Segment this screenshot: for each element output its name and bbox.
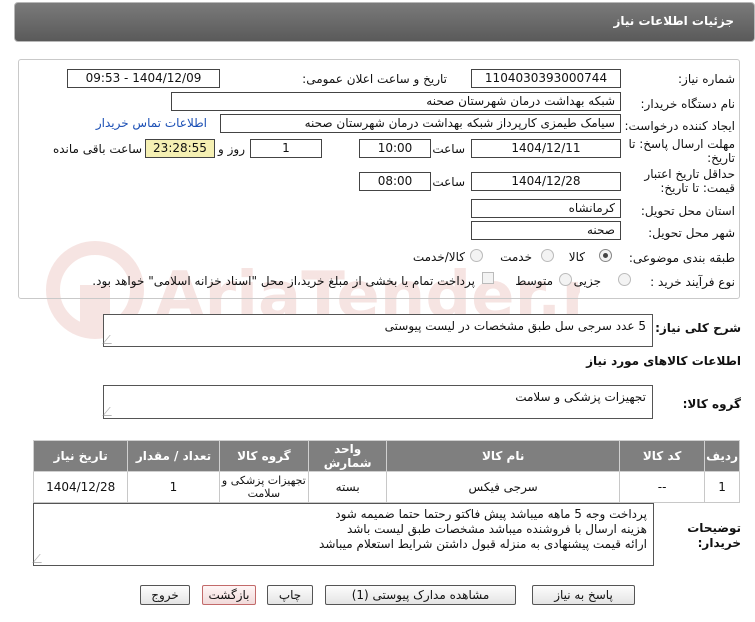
province-field: کرمانشاه xyxy=(471,199,621,218)
category-label: طبقه بندی موضوعی: xyxy=(628,251,735,265)
validity-label-1: حداقل تاریخ اعتبار xyxy=(644,167,735,181)
buyer-notes-label-1: توضیحات xyxy=(687,521,741,535)
process-label: نوع فرآیند خرید : xyxy=(650,275,735,289)
goods-group-textarea: تجهیزات پزشکی و سلامت xyxy=(102,385,653,419)
summary-label: شرح کلی نیاز: xyxy=(655,321,741,335)
print-button[interactable]: چاپ xyxy=(267,585,313,605)
days-label: روز و xyxy=(218,142,245,156)
city-label: شهر محل تحویل: xyxy=(648,226,735,240)
goods-info-title: اطلاعات کالاهای مورد نیاز xyxy=(586,354,741,368)
col-header-item-name: نام کالا xyxy=(386,440,621,472)
goods-group-label: گروه کالا: xyxy=(682,397,741,411)
buyer-notes-line-1: پرداخت وجه 5 ماهه میباشد پیش فاکتو رحتما… xyxy=(335,507,647,521)
category-radio-goods[interactable] xyxy=(599,249,612,262)
announce-label: تاریخ و ساعت اعلان عمومی: xyxy=(302,72,447,86)
category-radio-goods-service[interactable] xyxy=(470,249,483,262)
col-header-quantity: تعداد / مقدار xyxy=(127,440,220,472)
city-field: صحنه xyxy=(471,221,621,240)
page-header: جزئیات اطلاعات نیاز xyxy=(14,2,755,42)
cell-quantity: 1 xyxy=(127,471,220,503)
resize-grip[interactable] xyxy=(102,407,119,416)
remaining-time-field: 23:28:55 xyxy=(145,139,215,158)
deadline-time-label: ساعت xyxy=(432,142,465,156)
col-header-need-date: تاریخ نیاز xyxy=(32,440,129,472)
buyer-notes-line-3: ارائه قیمت پیشنهادی به منزله قبول داشتن … xyxy=(319,537,647,551)
col-header-row-number: ردیف xyxy=(704,440,740,472)
process-option-medium: متوسط xyxy=(515,274,553,288)
reply-button[interactable]: پاسخ به نیاز xyxy=(532,585,635,605)
category-option-goods-service: کالا/خدمت xyxy=(412,250,465,264)
items-table: ردیف کد کالا نام کالا واحد شمارش گروه کا… xyxy=(32,440,740,503)
category-radio-service[interactable] xyxy=(541,249,554,262)
col-header-item-code: کد کالا xyxy=(619,440,706,472)
requester-field: سیامک طیمزی کارپرداز شبکه بهداشت درمان ش… xyxy=(220,114,621,133)
buyer-notes-label-2: خریدار: xyxy=(697,536,741,550)
table-header-row: ردیف کد کالا نام کالا واحد شمارش گروه کا… xyxy=(32,440,740,472)
summary-textarea: 5 عدد سرجی سل طبق مشخصات در لیست پیوستی xyxy=(102,314,653,347)
deadline-label-2: تاریخ: xyxy=(707,151,735,165)
category-option-service: خدمت xyxy=(500,250,532,264)
cell-item-name: سرجی فیکس xyxy=(386,471,621,503)
requester-label: ایجاد کننده درخواست: xyxy=(624,119,735,133)
days-field: 1 xyxy=(250,139,322,158)
process-option-minor: جزیی xyxy=(573,274,601,288)
table-row: 1 -- سرجی فیکس بسته تجهیزات پزشکی و سلام… xyxy=(32,471,740,503)
buyer-org-field: شبکه بهداشت درمان شهرستان صحنه xyxy=(171,92,621,111)
cell-row-number: 1 xyxy=(704,471,740,503)
resize-grip[interactable] xyxy=(32,554,49,563)
exit-button[interactable]: خروج xyxy=(140,585,190,605)
process-radio-minor[interactable] xyxy=(618,273,631,286)
need-number-field: 1104030393000744 xyxy=(471,69,621,88)
resize-grip[interactable] xyxy=(102,335,119,344)
deadline-date-field: 1404/12/11 xyxy=(471,139,621,158)
view-attachments-button[interactable]: مشاهده مدارک پیوستی (1) xyxy=(325,585,516,605)
col-header-goods-group: گروه کالا xyxy=(218,440,310,472)
cell-need-date: 1404/12/28 xyxy=(32,471,129,503)
page-title: جزئیات اطلاعات نیاز xyxy=(613,14,734,28)
category-option-goods: کالا xyxy=(568,250,585,264)
province-label: استان محل تحویل: xyxy=(640,204,735,218)
deadline-label-1: مهلت ارسال پاسخ: تا xyxy=(628,137,735,151)
need-number-label: شماره نیاز: xyxy=(678,72,735,86)
validity-time-field: 08:00 xyxy=(359,172,431,191)
buyer-notes-line-2: هزینه ارسال با فروشنده میباشد مشخصات طبق… xyxy=(346,522,647,536)
buyer-org-label: نام دستگاه خریدار: xyxy=(640,97,736,111)
goods-group-text: تجهیزات پزشکی و سلامت xyxy=(515,390,646,404)
contact-buyer-link[interactable]: اطلاعات تماس خریدار xyxy=(96,116,207,130)
payment-note: پرداخت تمام یا بخشی از مبلغ خرید،از محل … xyxy=(92,274,475,288)
buyer-notes-textarea: پرداخت وجه 5 ماهه میباشد پیش فاکتو رحتما… xyxy=(32,503,654,566)
validity-date-field: 1404/12/28 xyxy=(471,172,621,191)
announce-field: 1404/12/09 - 09:53 xyxy=(67,69,220,88)
back-button[interactable]: بازگشت xyxy=(202,585,256,605)
validity-time-label: ساعت xyxy=(432,175,465,189)
deadline-time-field: 10:00 xyxy=(359,139,431,158)
process-radio-medium[interactable] xyxy=(559,273,572,286)
cell-item-code: -- xyxy=(619,471,706,503)
cell-unit: بسته xyxy=(308,471,388,503)
cell-goods-group: تجهیزات پزشکی و سلامت xyxy=(218,471,310,503)
treasury-checkbox[interactable] xyxy=(482,272,494,284)
remaining-label: ساعت باقی مانده xyxy=(52,142,142,156)
col-header-unit: واحد شمارش xyxy=(308,440,388,472)
validity-label-2: قیمت: تا تاریخ: xyxy=(660,181,735,195)
summary-text: 5 عدد سرجی سل طبق مشخصات در لیست پیوستی xyxy=(384,319,646,333)
